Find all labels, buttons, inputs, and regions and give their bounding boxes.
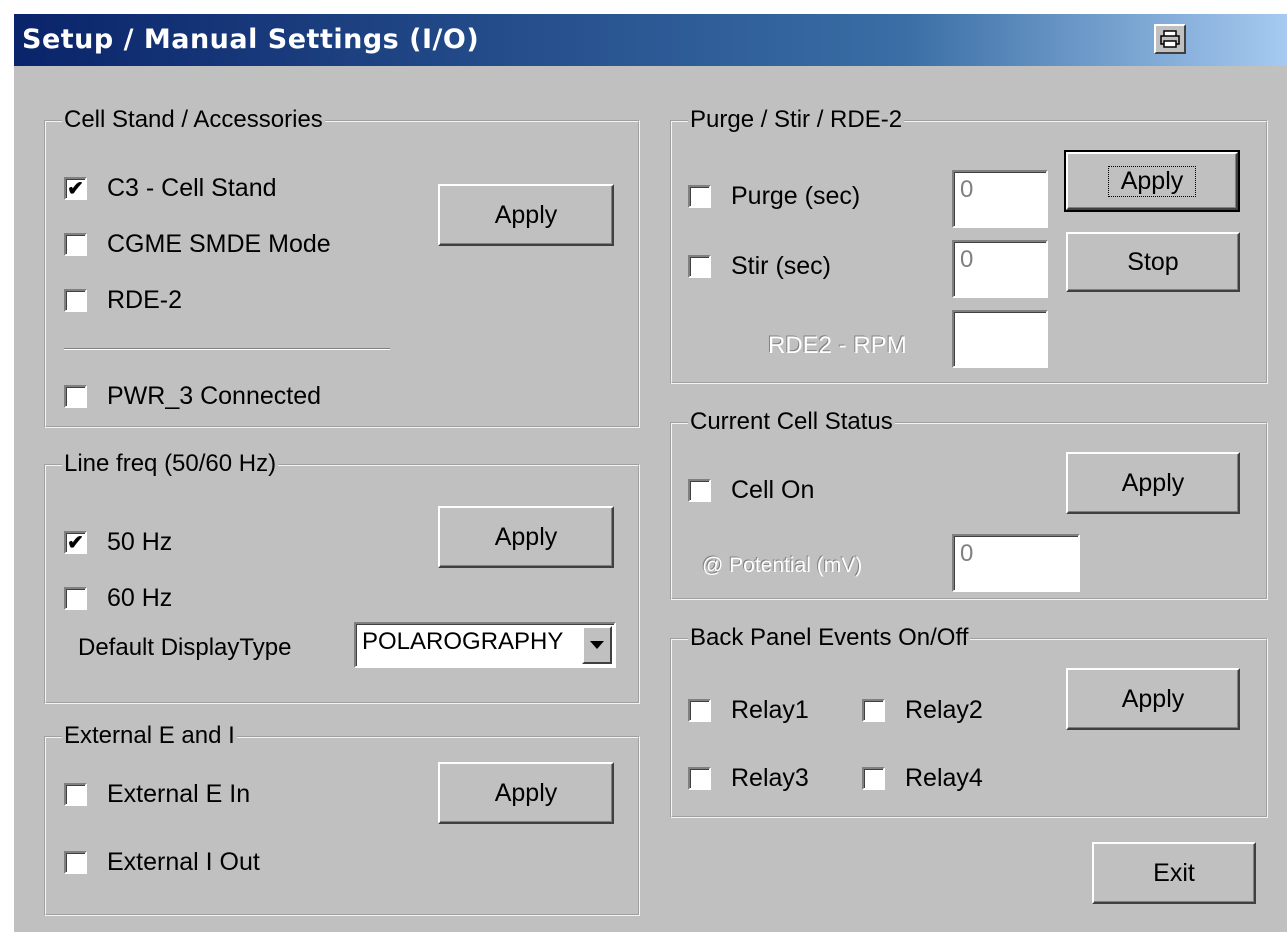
checkbox-box[interactable] xyxy=(862,767,885,790)
checkbox-box[interactable] xyxy=(688,479,711,502)
checkbox-box[interactable] xyxy=(688,185,711,208)
relay2-checkbox[interactable]: Relay2 xyxy=(862,696,983,725)
print-button[interactable] xyxy=(1154,24,1186,54)
purge-stir-apply-button[interactable]: Apply xyxy=(1064,150,1240,212)
rde2-rpm-input[interactable] xyxy=(952,310,1048,368)
stir-seconds-input[interactable]: 0 xyxy=(952,240,1048,298)
checkbox-box[interactable] xyxy=(688,255,711,278)
line-freq-apply-button[interactable]: Apply xyxy=(438,506,614,568)
checkbox-box[interactable] xyxy=(64,851,87,874)
60hz-label: 60 Hz xyxy=(107,584,173,612)
checkbox-box[interactable] xyxy=(688,699,711,722)
external-e-in-checkbox[interactable]: External E In xyxy=(64,780,250,809)
purge-seconds-input[interactable]: 0 xyxy=(952,170,1048,228)
cgme-smde-mode-checkbox[interactable]: CGME SMDE Mode xyxy=(64,230,331,259)
cell-stand-group: Cell Stand / Accessories ✔ C3 - Cell Sta… xyxy=(44,106,640,428)
rde2-checkbox[interactable]: RDE-2 xyxy=(64,286,182,315)
relay1-label: Relay1 xyxy=(731,696,809,724)
pwr3-connected-label: PWR_3 Connected xyxy=(107,382,322,410)
cell-on-label: Cell On xyxy=(731,476,815,504)
checkbox-box[interactable]: ✔ xyxy=(64,531,87,554)
relay1-checkbox[interactable]: Relay1 xyxy=(688,696,809,725)
rde2-rpm-label: RDE2 - RPM xyxy=(768,332,907,359)
c3-cell-stand-checkbox[interactable]: ✔ C3 - Cell Stand xyxy=(64,174,277,203)
cell-status-group: Current Cell Status Cell On Apply @ Pote… xyxy=(670,408,1268,600)
display-type-select[interactable]: POLAROGRAPHY xyxy=(354,622,616,668)
cell-stand-apply-button[interactable]: Apply xyxy=(438,184,614,246)
external-group: External E and I External E In External … xyxy=(44,722,640,916)
purge-stir-apply-label: Apply xyxy=(1107,165,1197,197)
cell-status-group-label: Current Cell Status xyxy=(688,408,895,436)
checkbox-box[interactable] xyxy=(862,699,885,722)
relay4-checkbox[interactable]: Relay4 xyxy=(862,764,983,793)
title-bar: Setup / Manual Settings (I/O) xyxy=(14,14,1287,66)
rde2-label: RDE-2 xyxy=(107,286,183,314)
50hz-label: 50 Hz xyxy=(107,528,173,556)
50hz-checkbox[interactable]: ✔ 50 Hz xyxy=(64,528,172,557)
checkbox-box[interactable] xyxy=(64,289,87,312)
line-freq-group: Line freq (50/60 Hz) ✔ 50 Hz 60 Hz Apply… xyxy=(44,450,640,704)
relay4-label: Relay4 xyxy=(905,764,983,792)
stir-checkbox[interactable]: Stir (sec) xyxy=(688,252,831,281)
printer-icon xyxy=(1160,30,1180,48)
back-panel-group: Back Panel Events On/Off Relay1 Relay2 R… xyxy=(670,624,1268,818)
purge-checkbox[interactable]: Purge (sec) xyxy=(688,182,860,211)
settings-dialog: Setup / Manual Settings (I/O) Cell Stand… xyxy=(12,12,1287,932)
c3-cell-stand-label: C3 - Cell Stand xyxy=(107,174,277,202)
back-panel-apply-button[interactable]: Apply xyxy=(1066,668,1240,730)
stir-label: Stir (sec) xyxy=(731,252,831,280)
separator xyxy=(64,348,390,350)
relay3-label: Relay3 xyxy=(731,764,809,792)
external-i-out-checkbox[interactable]: External I Out xyxy=(64,848,260,877)
checkbox-box[interactable] xyxy=(64,233,87,256)
checkbox-box[interactable]: ✔ xyxy=(64,177,87,200)
pwr3-connected-checkbox[interactable]: PWR_3 Connected xyxy=(64,382,321,411)
chevron-down-icon xyxy=(590,641,604,649)
checkbox-box[interactable] xyxy=(64,587,87,610)
external-e-in-label: External E In xyxy=(107,780,251,808)
purge-label: Purge (sec) xyxy=(731,182,861,210)
purge-stir-group-label: Purge / Stir / RDE-2 xyxy=(688,106,905,134)
relay3-checkbox[interactable]: Relay3 xyxy=(688,764,809,793)
potential-label: @ Potential (mV) xyxy=(702,554,863,577)
line-freq-group-label: Line freq (50/60 Hz) xyxy=(62,450,279,478)
back-panel-group-label: Back Panel Events On/Off xyxy=(688,624,971,652)
checkbox-box[interactable] xyxy=(688,767,711,790)
external-apply-button[interactable]: Apply xyxy=(438,762,614,824)
stop-button[interactable]: Stop xyxy=(1066,232,1240,292)
external-group-label: External E and I xyxy=(62,722,237,750)
exit-button[interactable]: Exit xyxy=(1092,842,1256,904)
cell-stand-group-label: Cell Stand / Accessories xyxy=(62,106,325,134)
checkbox-box[interactable] xyxy=(64,783,87,806)
display-type-value: POLAROGRAPHY xyxy=(362,628,564,655)
external-i-out-label: External I Out xyxy=(107,848,260,876)
cgme-smde-mode-label: CGME SMDE Mode xyxy=(107,230,331,258)
60hz-checkbox[interactable]: 60 Hz xyxy=(64,584,172,613)
cell-status-apply-button[interactable]: Apply xyxy=(1066,452,1240,514)
default-display-type-label: Default DisplayType xyxy=(78,634,292,661)
dropdown-arrow-button[interactable] xyxy=(582,626,612,664)
relay2-label: Relay2 xyxy=(905,696,983,724)
cell-on-checkbox[interactable]: Cell On xyxy=(688,476,814,505)
window-title: Setup / Manual Settings (I/O) xyxy=(22,24,480,55)
purge-stir-group: Purge / Stir / RDE-2 Purge (sec) 0 Stir … xyxy=(670,106,1268,384)
potential-input[interactable]: 0 xyxy=(952,534,1080,592)
checkbox-box[interactable] xyxy=(64,385,87,408)
